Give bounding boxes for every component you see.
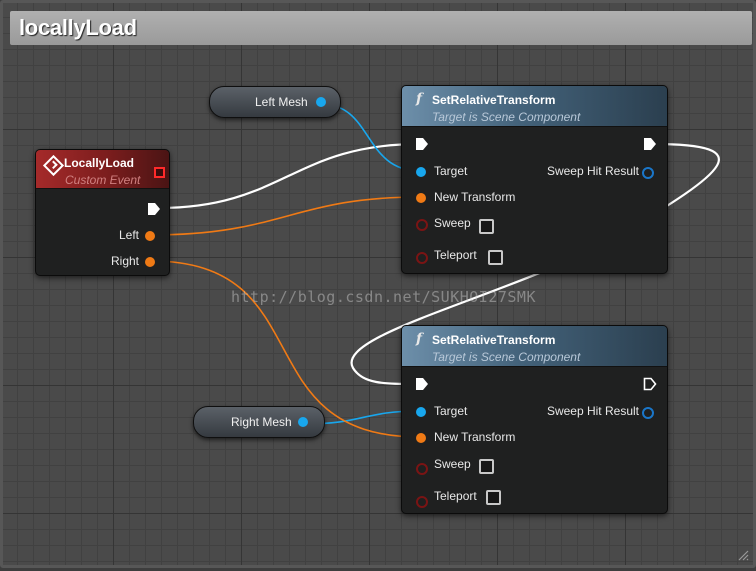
- set-relative-transform-node-bottom[interactable]: f SetRelativeTransform Target is Scene C…: [401, 325, 668, 514]
- delegate-pin-icon[interactable]: [154, 167, 165, 178]
- new-transform-in-pin[interactable]: [416, 193, 426, 203]
- teleport-in-pin[interactable]: [416, 252, 428, 264]
- left-mesh-variable-node[interactable]: Left Mesh: [209, 86, 341, 118]
- teleport-pin-label: Teleport: [434, 489, 477, 503]
- sweep-hit-result-out-pin[interactable]: [642, 167, 654, 179]
- sweep-in-pin[interactable]: [416, 219, 428, 231]
- sweep-pin-label: Sweep: [434, 216, 471, 230]
- left-mesh-label: Left Mesh: [255, 95, 308, 109]
- target-in-pin[interactable]: [416, 167, 426, 177]
- sweep-in-pin[interactable]: [416, 463, 428, 475]
- sweep-hit-result-out-pin[interactable]: [642, 407, 654, 419]
- new-transform-pin-label: New Transform: [434, 430, 516, 444]
- function-node-title: SetRelativeTransform: [432, 93, 556, 107]
- function-icon: f: [416, 91, 423, 107]
- sweep-hit-result-label: Sweep Hit Result: [546, 164, 639, 178]
- teleport-in-pin[interactable]: [416, 496, 428, 508]
- right-mesh-variable-node[interactable]: Right Mesh: [193, 406, 325, 438]
- new-transform-in-pin[interactable]: [416, 433, 426, 443]
- teleport-checkbox[interactable]: [486, 490, 501, 505]
- set-relative-transform-node-top[interactable]: f SetRelativeTransform Target is Scene C…: [401, 85, 668, 274]
- exec-out-pin[interactable]: [147, 202, 161, 216]
- teleport-pin-label: Teleport: [434, 248, 477, 262]
- right-mesh-label: Right Mesh: [231, 415, 292, 429]
- function-node-header: f SetRelativeTransform Target is Scene C…: [402, 86, 667, 127]
- event-node-title: LocallyLoad: [64, 156, 135, 170]
- teleport-checkbox[interactable]: [488, 250, 503, 265]
- exec-out-pin[interactable]: [643, 377, 657, 391]
- exec-out-pin[interactable]: [643, 137, 657, 151]
- resize-handle-icon[interactable]: [737, 549, 749, 561]
- left-pin-label: Left: [118, 228, 139, 242]
- left-mesh-out-pin[interactable]: [316, 97, 326, 107]
- custom-event-node[interactable]: LocallyLoad Custom Event Left Right: [35, 149, 170, 276]
- event-node-subtitle: Custom Event: [65, 173, 141, 187]
- sweep-checkbox[interactable]: [479, 459, 494, 474]
- function-node-subtitle: Target is Scene Component: [432, 110, 581, 124]
- exec-in-pin[interactable]: [415, 377, 429, 391]
- blueprint-graph-canvas[interactable]: locallyLoad LocallyLoad Custom Event Lef…: [0, 0, 756, 568]
- function-icon: f: [416, 331, 423, 347]
- right-mesh-out-pin[interactable]: [298, 417, 308, 427]
- function-node-header: f SetRelativeTransform Target is Scene C…: [402, 326, 667, 367]
- target-in-pin[interactable]: [416, 407, 426, 417]
- transform-wire-left: [150, 196, 421, 236]
- event-node-header: LocallyLoad Custom Event: [36, 150, 169, 189]
- event-icon: [42, 154, 65, 177]
- new-transform-pin-label: New Transform: [434, 190, 516, 204]
- target-pin-label: Target: [434, 164, 468, 178]
- target-pin-label: Target: [434, 404, 468, 418]
- sweep-checkbox[interactable]: [479, 219, 494, 234]
- right-transform-out-pin[interactable]: [145, 257, 155, 267]
- watermark-text: http://blog.csdn.net/SUKHOI27SMK: [231, 288, 536, 306]
- function-node-title: SetRelativeTransform: [432, 333, 556, 347]
- sweep-pin-label: Sweep: [434, 457, 471, 471]
- exec-in-pin[interactable]: [415, 137, 429, 151]
- left-transform-out-pin[interactable]: [145, 231, 155, 241]
- sweep-hit-result-label: Sweep Hit Result: [546, 404, 639, 418]
- function-node-subtitle: Target is Scene Component: [432, 350, 581, 364]
- right-pin-label: Right: [110, 254, 139, 268]
